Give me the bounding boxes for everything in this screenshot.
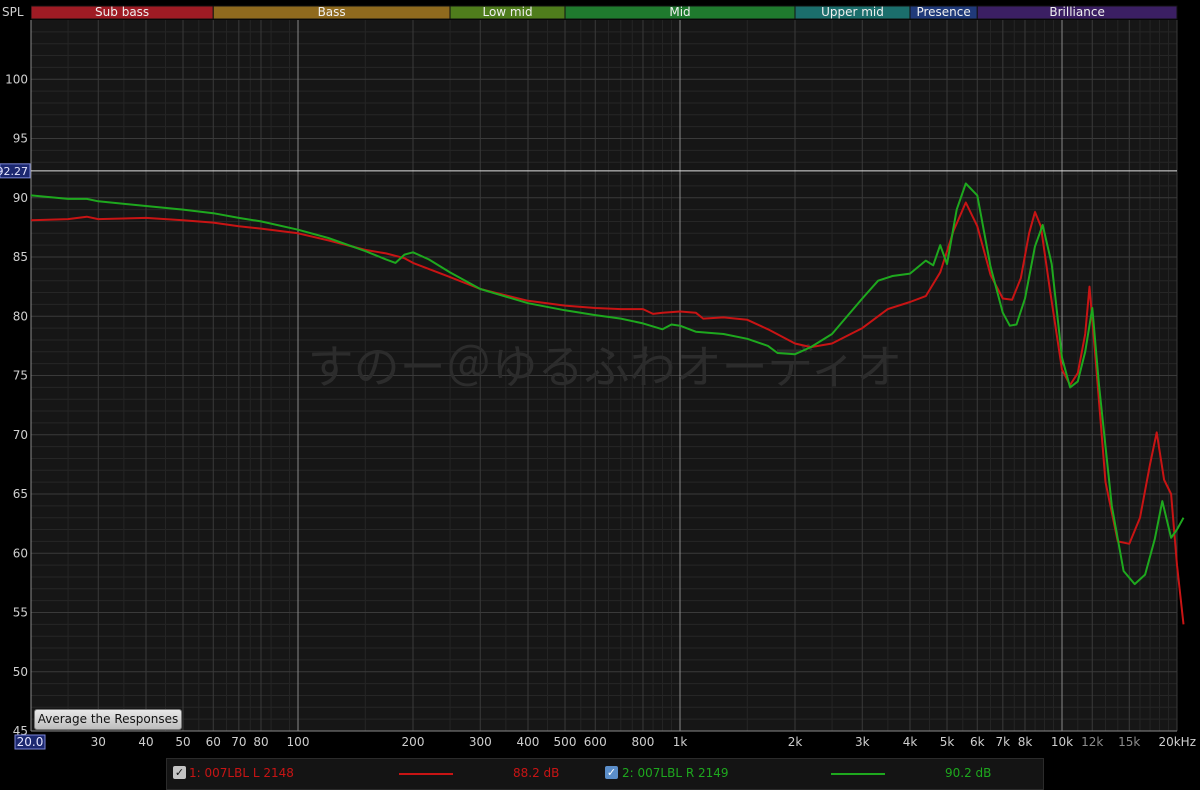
watermark-text: すのー＠ゆるふわオーディオ [308, 340, 903, 394]
x-tick-label: 2k [788, 735, 803, 749]
series-1-level: 88.2 dB [513, 766, 560, 780]
legend-bar: ✓ 1: 007LBL L 2148 88.2 dB ✓ 2: 007LBL R… [166, 758, 1044, 790]
x-tick-label: 30 [91, 735, 106, 749]
x-tick-label: 10k [1051, 735, 1073, 749]
x-tick-label: 50 [175, 735, 190, 749]
x-tick-label: 15k [1118, 735, 1140, 749]
x-tick-label: 1k [673, 735, 688, 749]
series-2-checkbox[interactable]: ✓ [605, 766, 618, 779]
series-1-swatch [399, 773, 453, 775]
x-tick-label: 20kHz [1158, 735, 1196, 749]
y-tick-label: 90 [13, 191, 28, 205]
x-tick-label: 500 [554, 735, 577, 749]
x-tick-label: 80 [253, 735, 268, 749]
x-tick-label: 40 [138, 735, 153, 749]
series-2-level: 90.2 dB [945, 766, 992, 780]
band-label: Bass [318, 5, 346, 19]
band-label: Upper mid [821, 5, 884, 19]
x-tick-label: 400 [517, 735, 540, 749]
y-tick-label: 70 [13, 428, 28, 442]
band-label: Brilliance [1049, 5, 1104, 19]
x-tick-label: 300 [469, 735, 492, 749]
band-label: Sub bass [95, 5, 149, 19]
x-tick-label: 200 [402, 735, 425, 749]
y-tick-label: 100 [5, 72, 28, 86]
y-tick-label: 80 [13, 309, 28, 323]
x-tick-label: 600 [584, 735, 607, 749]
series-1-label: 1: 007LBL L 2148 [189, 766, 294, 780]
x-tick-label: 800 [632, 735, 655, 749]
series-2-swatch [831, 773, 885, 775]
y-tick-label: 75 [13, 369, 28, 383]
x-tick-label: 60 [206, 735, 221, 749]
frequency-response-chart: Sub bass Bass Low mid Mid Upper mid Presence B… [0, 0, 1196, 750]
x-tick-label: 70 [231, 735, 246, 749]
band-label: Low mid [482, 5, 532, 19]
series-1-checkbox[interactable]: ✓ [173, 766, 186, 779]
y-tick-label: 95 [13, 132, 28, 146]
y-tick-label: 55 [13, 606, 28, 620]
y-tick-label: 60 [13, 546, 28, 560]
y-axis-label: SPL [2, 5, 24, 19]
x-tick-label: 7k [996, 735, 1011, 749]
x-tick-label: 5k [940, 735, 955, 749]
y-tick-label: 50 [13, 665, 28, 679]
x-tick-label: 8k [1018, 735, 1033, 749]
x-tick-label: 3k [855, 735, 870, 749]
average-responses-button[interactable]: Average the Responses [34, 709, 182, 730]
x-start-label: 20.0 [17, 735, 44, 749]
x-tick-label: 6k [970, 735, 985, 749]
y-tick-label: 65 [13, 487, 28, 501]
x-tick-label: 12k [1081, 735, 1103, 749]
x-tick-label: 100 [287, 735, 310, 749]
series-2-label: 2: 007LBL R 2149 [622, 766, 729, 780]
y-tick-label: 85 [13, 250, 28, 264]
cursor-value: 92.27 [0, 165, 28, 178]
band-label: Presence [916, 5, 970, 19]
x-tick-label: 4k [903, 735, 918, 749]
band-label: Mid [669, 5, 690, 19]
